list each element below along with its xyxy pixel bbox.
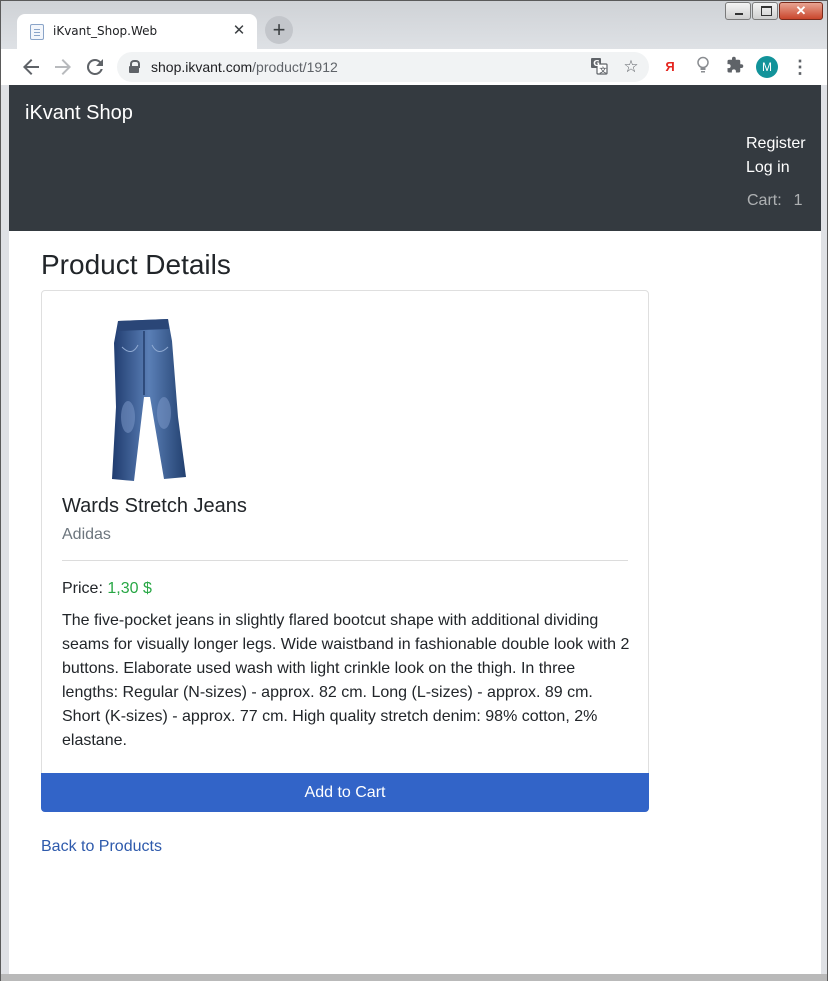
price-value: 1,30 $: [107, 580, 152, 597]
add-to-cart-button[interactable]: Add to Cart: [41, 773, 649, 812]
product-description: The five-pocket jeans in slightly flared…: [62, 612, 630, 749]
bookmark-star-icon[interactable]: ☆: [621, 57, 641, 77]
kebab-menu-icon[interactable]: ⋮: [791, 55, 809, 79]
window-controls: ✕: [724, 2, 823, 20]
window-bottom-edge: [1, 974, 827, 981]
price-label: Price:: [62, 580, 103, 597]
maximize-button[interactable]: [752, 2, 778, 20]
site-header: iKvant Shop Register Log in Cart: 1: [9, 85, 821, 231]
product-image: [112, 319, 186, 481]
close-window-button[interactable]: ✕: [779, 2, 823, 20]
back-arrow-icon[interactable]: [19, 55, 43, 79]
svg-text:文: 文: [600, 66, 608, 75]
minimize-button[interactable]: [725, 2, 751, 20]
site-brand[interactable]: iKvant Shop: [25, 102, 133, 125]
product-card: Wards Stretch Jeans Adidas Price: 1,30 $…: [41, 290, 649, 812]
reload-icon[interactable]: [83, 55, 107, 79]
lock-icon[interactable]: [129, 60, 140, 74]
page-viewport: iKvant Shop Register Log in Cart: 1 Produ…: [9, 85, 821, 974]
address-bar[interactable]: shop.ikvant.com/product/1912 G文 ☆: [117, 52, 649, 82]
browser-window: iKvant_Shop.Web ✕ + ✕ shop.ikvant.com/pr…: [0, 0, 828, 981]
register-link[interactable]: Register: [746, 135, 806, 153]
cart-label: Cart:: [747, 192, 782, 209]
yandex-icon[interactable]: Я: [659, 56, 681, 78]
url-text[interactable]: shop.ikvant.com/product/1912: [151, 59, 338, 75]
cart-link[interactable]: Cart: 1: [747, 192, 803, 210]
puzzle-icon[interactable]: [724, 56, 746, 78]
login-link[interactable]: Log in: [746, 159, 790, 177]
page-title: Product Details: [41, 249, 231, 280]
close-icon: ✕: [795, 3, 807, 18]
close-tab-icon[interactable]: ✕: [229, 21, 249, 41]
translate-icon[interactable]: G文: [589, 57, 609, 77]
price-row: Price: 1,30 $: [62, 580, 152, 598]
product-name: Wards Stretch Jeans: [62, 495, 247, 517]
lightbulb-icon[interactable]: [692, 56, 714, 78]
tab-title: iKvant_Shop.Web: [53, 24, 158, 38]
browser-tab[interactable]: iKvant_Shop.Web ✕: [17, 14, 257, 49]
forward-arrow-icon[interactable]: [51, 55, 75, 79]
title-bar: iKvant_Shop.Web ✕ + ✕: [1, 1, 827, 49]
profile-avatar[interactable]: M: [756, 56, 778, 78]
browser-toolbar: shop.ikvant.com/product/1912 G文 ☆ Я M ⋮: [1, 49, 827, 85]
product-brand: Adidas: [62, 526, 111, 543]
page-favicon-icon: [30, 24, 44, 40]
divider: [62, 560, 628, 561]
new-tab-button[interactable]: +: [265, 16, 293, 44]
cart-count: 1: [793, 192, 803, 209]
back-to-products-link[interactable]: Back to Products: [41, 838, 162, 856]
